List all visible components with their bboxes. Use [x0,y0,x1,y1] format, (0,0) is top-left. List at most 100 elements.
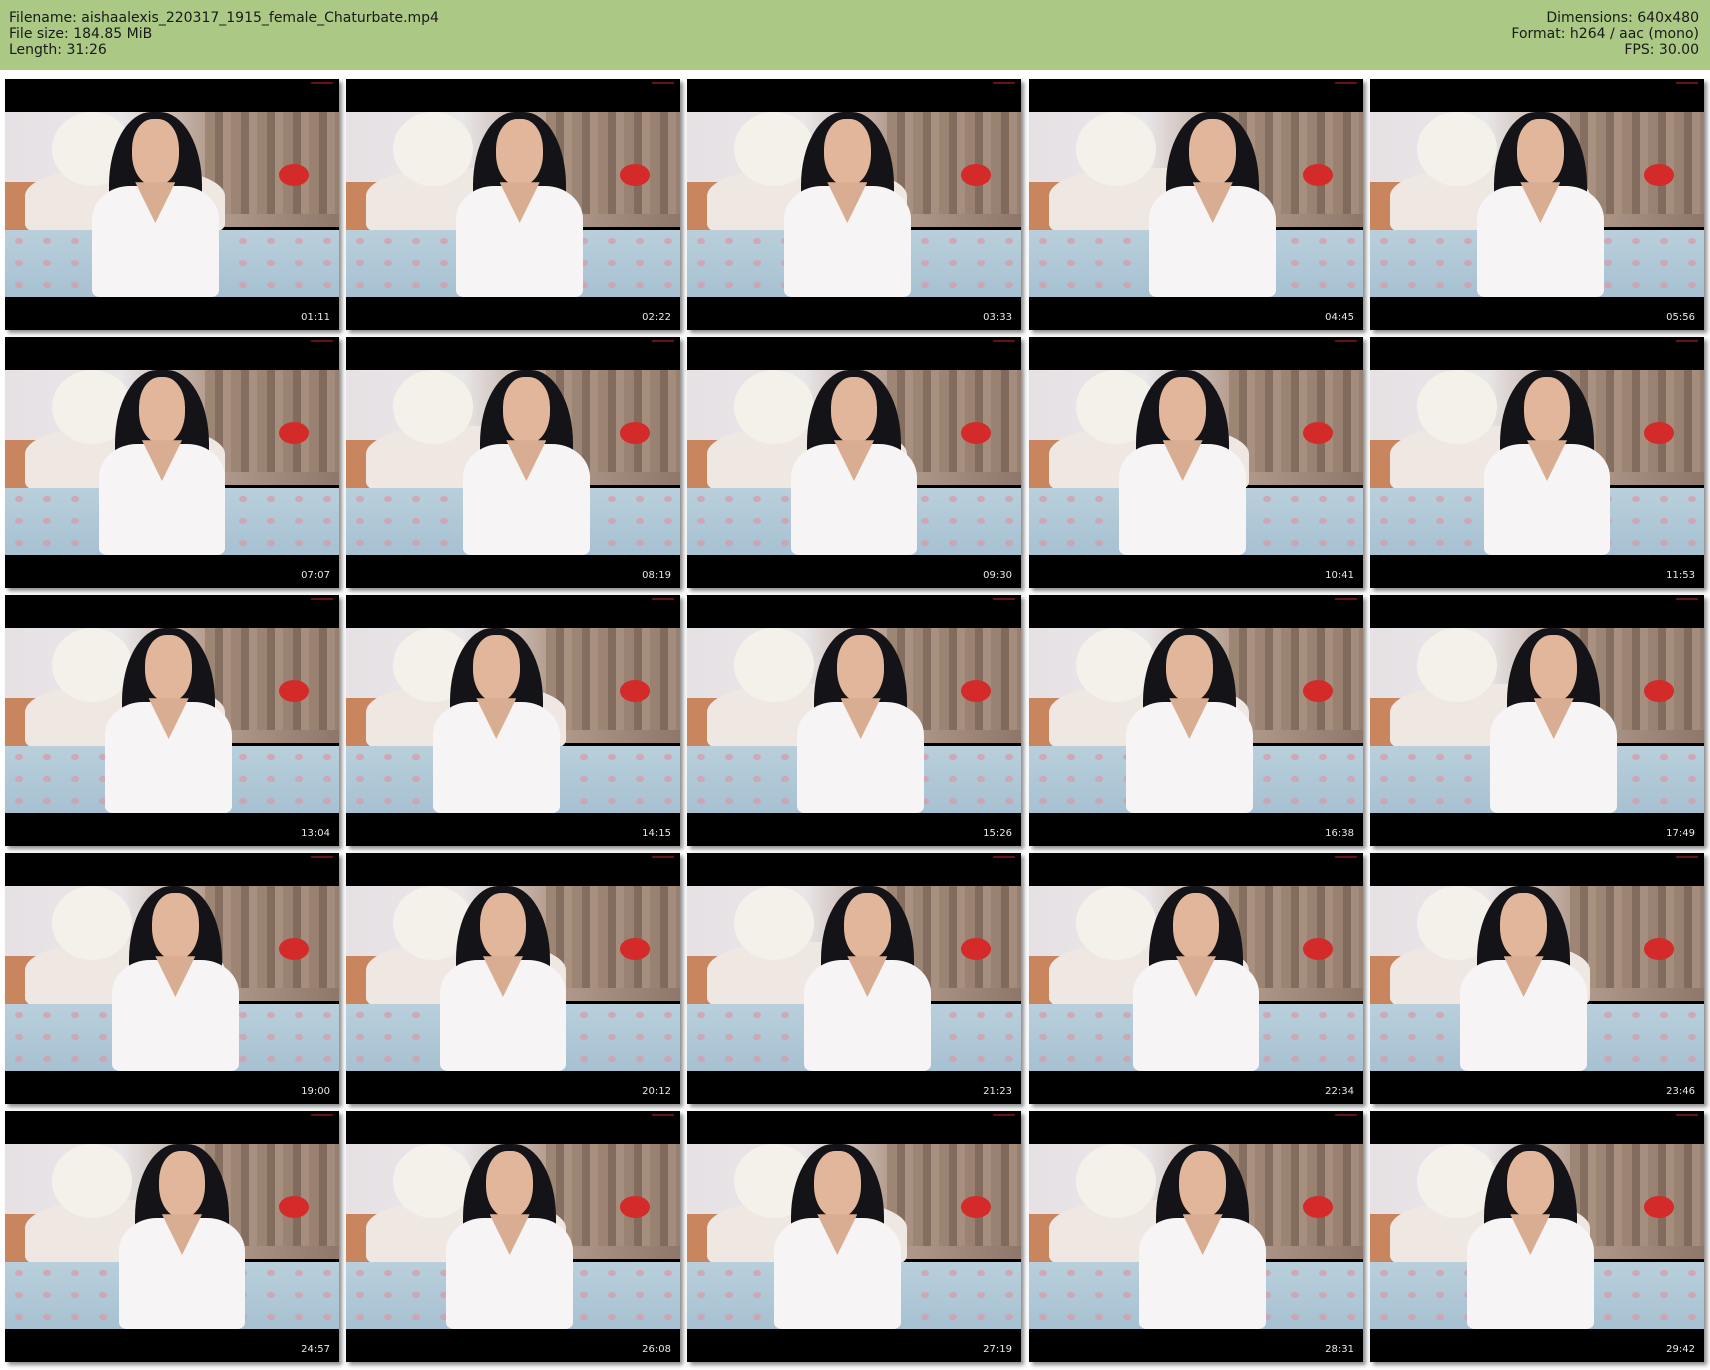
video-frame-image [5,628,339,813]
video-thumbnail[interactable]: 14:15 [346,595,680,846]
frame-heart [1302,937,1333,960]
info-header: Filename: aishaalexis_220317_1915_female… [0,0,1710,70]
watermark-mark [311,82,333,84]
frame-face [496,119,544,186]
video-frame-image [1029,628,1363,813]
video-thumbnail[interactable]: 23:46 [1370,853,1704,1104]
watermark-mark [993,598,1015,600]
fps-label: FPS: 30.00 [1624,42,1699,58]
watermark-mark [1335,598,1357,600]
dimensions-label: Dimensions: 640x480 [1546,10,1699,26]
frame-curtain [546,1144,680,1246]
frame-heart [1643,679,1674,702]
frame-face [1523,377,1571,444]
thumbnail-timestamp: 24:57 [301,1344,330,1355]
watermark-mark [1676,1114,1698,1116]
frame-bear [51,886,132,960]
thumbnail-timestamp: 13:04 [301,828,330,839]
watermark-mark [1676,856,1698,858]
frame-bear [1075,1144,1156,1218]
frame-face [486,1151,534,1218]
frame-face [1189,119,1237,186]
thumbnail-timestamp: 05:56 [1666,312,1695,323]
watermark-mark [1335,340,1357,342]
frame-face [830,377,878,444]
thumbnail-timestamp: 08:19 [642,570,671,581]
thumbnail-timestamp: 20:12 [642,1086,671,1097]
frame-bear [51,628,132,702]
video-thumbnail[interactable]: 21:23 [687,853,1021,1104]
video-thumbnail[interactable]: 09:30 [687,337,1021,588]
thumbnail-timestamp: 11:53 [1666,570,1695,581]
video-thumbnail[interactable]: 16:38 [1029,595,1363,846]
video-thumbnail[interactable]: 13:04 [5,595,339,846]
video-thumbnail[interactable]: 19:00 [5,853,339,1104]
video-frame-image [1370,628,1704,813]
video-thumbnail[interactable]: 10:41 [1029,337,1363,588]
frame-heart [278,421,309,444]
video-frame-image [1029,1144,1363,1329]
frame-heart [1302,421,1333,444]
video-frame-image [1029,886,1363,1071]
info-left: Filename: aishaalexis_220317_1915_female… [9,10,439,58]
frame-heart [278,1195,309,1218]
video-thumbnail[interactable]: 04:45 [1029,79,1363,330]
video-thumbnail[interactable]: 20:12 [346,853,680,1104]
frame-curtain [546,886,680,988]
thumbnail-timestamp: 09:30 [983,570,1012,581]
video-thumbnail[interactable]: 29:42 [1370,1111,1704,1362]
frame-heart [1643,937,1674,960]
frame-face [843,893,891,960]
frame-heart [619,421,650,444]
video-thumbnail[interactable]: 27:19 [687,1111,1021,1362]
watermark-mark [311,856,333,858]
watermark-mark [652,598,674,600]
video-thumbnail[interactable]: 24:57 [5,1111,339,1362]
video-thumbnail[interactable]: 07:07 [5,337,339,588]
thumbnail-timestamp: 07:07 [301,570,330,581]
video-thumbnail[interactable]: 11:53 [1370,337,1704,588]
video-thumbnail[interactable]: 05:56 [1370,79,1704,330]
video-thumbnail[interactable]: 22:34 [1029,853,1363,1104]
video-thumbnail[interactable]: 01:11 [5,79,339,330]
thumbnail-timestamp: 21:23 [983,1086,1012,1097]
thumbnail-grid: 01:11 02:22 03:33 04:45 05:56 07:07 08:19 09:30… [0,70,1710,1370]
watermark-mark [993,340,1015,342]
frame-heart [1302,163,1333,186]
frame-face [151,893,199,960]
video-frame-image [346,370,680,555]
video-thumbnail[interactable]: 08:19 [346,337,680,588]
frame-bear [392,1144,473,1218]
frame-bear [392,370,473,444]
filename-label: Filename: aishaalexis_220317_1915_female… [9,10,439,26]
frame-face [131,119,179,186]
frame-curtain [1229,628,1363,730]
video-frame-image [1029,370,1363,555]
video-thumbnail[interactable]: 28:31 [1029,1111,1363,1362]
video-thumbnail[interactable]: 26:08 [346,1111,680,1362]
watermark-mark [311,340,333,342]
video-thumbnail[interactable]: 03:33 [687,79,1021,330]
thumbnail-timestamp: 14:15 [642,828,671,839]
video-frame-image [687,886,1021,1071]
watermark-mark [993,1114,1015,1116]
frame-heart [278,937,309,960]
video-thumbnail[interactable]: 17:49 [1370,595,1704,846]
watermark-mark [1676,598,1698,600]
frame-curtain [1229,370,1363,472]
watermark-mark [652,856,674,858]
video-thumbnail[interactable]: 02:22 [346,79,680,330]
frame-heart [960,1195,991,1218]
watermark-mark [1676,82,1698,84]
frame-heart [1302,1195,1333,1218]
video-thumbnail[interactable]: 15:26 [687,595,1021,846]
frame-heart [619,163,650,186]
frame-bear [1416,628,1497,702]
watermark-mark [311,598,333,600]
thumbnail-timestamp: 15:26 [983,828,1012,839]
video-frame-image [1370,886,1704,1071]
frame-face [1530,635,1578,702]
frame-heart [960,163,991,186]
watermark-mark [652,340,674,342]
thumbnail-timestamp: 29:42 [1666,1344,1695,1355]
